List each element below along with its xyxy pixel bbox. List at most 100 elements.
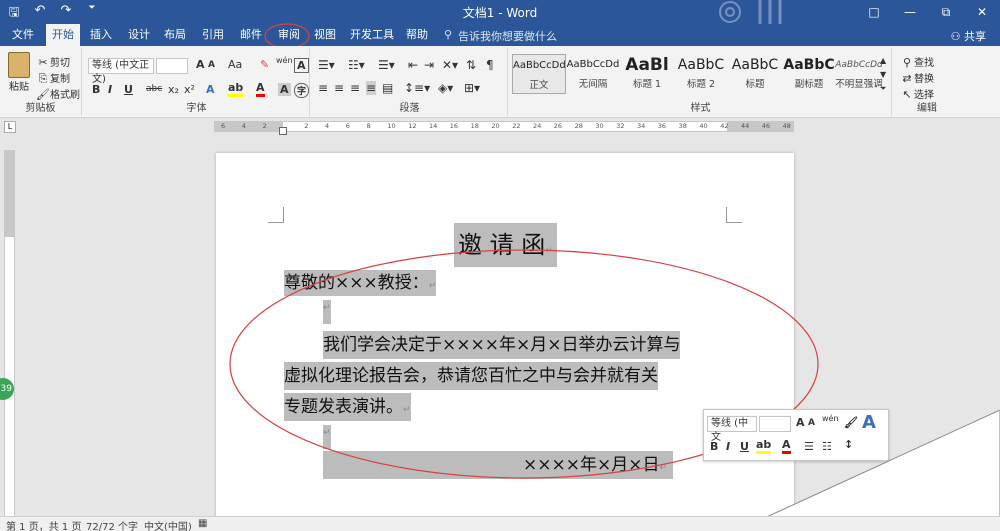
clear-formatting-icon[interactable]: ✎ (260, 58, 269, 71)
highlight-color-icon[interactable]: ab (228, 81, 244, 97)
tab-insert[interactable]: 插入 (84, 24, 118, 46)
language[interactable]: 中文(中国) (144, 518, 192, 531)
macro-record-icon[interactable]: ▦ (198, 518, 207, 529)
show-marks-icon[interactable]: ¶ (486, 58, 494, 72)
vertical-ruler[interactable] (4, 150, 15, 525)
ruler-tick-label: 48 (782, 122, 791, 130)
find-button[interactable]: ⚲ 查找 (900, 54, 934, 70)
tab-file[interactable]: 文件 (6, 24, 40, 46)
paragraph-group: ☰▾ ☷▾ ☰▾ ⇤ ⇥ ✕▾ ⇅ ¶ ≡ ≡ ≡ ≡ ▤ ↕≡▾ ◈▾ ⊞▾ … (312, 48, 508, 116)
horizontal-ruler[interactable]: 6 4 2 2 4 6 8 10 12 14 16 18 20 22 24 26 28 30 32 34 36 38 40 4… (214, 121, 794, 135)
tab-stop-selector[interactable]: L (4, 121, 16, 133)
style-normal[interactable]: AaBbCcDd 正文 (512, 54, 566, 94)
enclose-characters-icon[interactable]: 字 (294, 83, 310, 98)
font-name-combo[interactable]: 等线 (中文正文) (88, 58, 154, 85)
word-count[interactable]: 72/72 个字 (86, 518, 138, 531)
tab-view[interactable]: 视图 (308, 24, 342, 46)
style-name: 不明显强调 (835, 79, 883, 90)
justify-icon[interactable]: ≡ (366, 81, 377, 95)
find-label: 查找 (914, 58, 934, 69)
font-color-icon[interactable]: A (256, 81, 265, 97)
ruler-tick-label: 20 (491, 122, 500, 130)
replace-button[interactable]: ⇄ 替换 (900, 70, 934, 86)
tab-home[interactable]: 开始 (46, 24, 80, 46)
sort-icon[interactable]: ⇅ (466, 58, 476, 72)
borders-icon[interactable]: ⊞▾ (464, 81, 480, 95)
ruler-tick-label: 26 (553, 122, 563, 130)
font-size-combo[interactable] (156, 58, 188, 74)
change-case-button[interactable]: Aa (228, 58, 242, 71)
chinese-layout-icon[interactable]: ✕▾ (442, 58, 458, 72)
style-title[interactable]: AaBbC 标题 (728, 54, 782, 94)
window-controls: □ — ⧉ ✕ (856, 0, 1000, 24)
style-heading-1[interactable]: AaBl 标题 1 (620, 54, 674, 94)
mini-bold-icon[interactable]: B (710, 440, 718, 453)
increase-indent-icon[interactable]: ⇥ (424, 58, 434, 72)
shrink-font-button[interactable]: A (208, 60, 215, 70)
grow-font-button[interactable]: A (196, 58, 205, 71)
phonetic-guide-icon[interactable]: wén (276, 56, 293, 65)
style-heading-2[interactable]: AaBbC 标题 2 (674, 54, 728, 94)
paste-button[interactable]: 粘贴 (6, 52, 32, 93)
tab-layout[interactable]: 布局 (158, 24, 192, 46)
ruler-tick-label: 2 (262, 122, 267, 130)
line-spacing-icon[interactable]: ↕≡▾ (404, 81, 430, 95)
text-effects-icon[interactable]: A (206, 83, 215, 96)
ruler-tick-label: 22 (512, 122, 521, 130)
tell-me-box[interactable]: ⚲ 告诉我你想要做什么 (444, 28, 557, 44)
minimize-button[interactable]: — (892, 0, 928, 24)
share-button[interactable]: ⚇ 共享 (951, 28, 986, 44)
subscript-button[interactable]: x₂ (168, 83, 179, 96)
ruler-tick-label: 40 (699, 122, 708, 130)
close-button[interactable]: ✕ (964, 0, 1000, 24)
ruler-tick-label: 16 (449, 122, 459, 130)
superscript-button[interactable]: x² (184, 83, 195, 96)
ruler-tick-label: 24 (533, 122, 542, 130)
copy-button[interactable]: ⎘ 复制 (36, 70, 70, 86)
ruler-tick-label: 44 (741, 122, 750, 130)
align-center-icon[interactable]: ≡ (334, 81, 344, 95)
clipboard-group-label: 剪贴板 (25, 103, 56, 114)
character-border-icon[interactable]: A (294, 58, 309, 73)
tab-design[interactable]: 设计 (122, 24, 156, 46)
style-no-spacing[interactable]: AaBbCcDd 无间隔 (566, 54, 620, 94)
mini-italic-icon[interactable]: I (726, 440, 730, 453)
style-subtitle[interactable]: AaBbC 副标题 (782, 54, 836, 94)
style-name: 正文 (529, 80, 549, 91)
ruler-tick-label: 10 (387, 122, 396, 130)
underline-button[interactable]: U (124, 83, 133, 96)
numbering-icon[interactable]: ☷▾ (348, 58, 365, 72)
editing-group: ⚲ 查找 ⇄ 替换 ↖ 选择 编辑 (896, 48, 958, 116)
align-left-icon[interactable]: ≡ (318, 81, 328, 95)
distributed-icon[interactable]: ▤ (382, 81, 393, 95)
ruler-tick-label: 42 (720, 122, 729, 130)
mini-underline-icon[interactable]: U (740, 440, 749, 453)
bullets-icon[interactable]: ☰▾ (318, 58, 335, 72)
style-subtle-emphasis[interactable]: AaBbCcDd 不明显强调 (832, 54, 886, 94)
indent-marker[interactable] (279, 127, 287, 135)
cut-button[interactable]: ✂ 剪切 (36, 54, 70, 70)
scissors-icon: ✂ (38, 56, 48, 69)
shading-icon[interactable]: ◈▾ (438, 81, 453, 95)
tab-help[interactable]: 帮助 (400, 24, 434, 46)
ribbon-display-options-button[interactable]: □ (856, 0, 892, 24)
decrease-indent-icon[interactable]: ⇤ (408, 58, 418, 72)
styles-scroll-icon[interactable]: ▲ ▼ ⏷ (880, 54, 886, 96)
tab-developer[interactable]: 开发工具 (344, 24, 400, 46)
bold-button[interactable]: B (92, 83, 100, 96)
lightbulb-search-icon: ⚲ (444, 28, 453, 41)
align-right-icon[interactable]: ≡ (350, 81, 360, 95)
ruler-tick-label: 12 (408, 122, 417, 130)
copy-icon: ⎘ (38, 72, 48, 85)
strikethrough-button[interactable]: abc (146, 84, 162, 94)
styles-group-label: 样式 (690, 103, 711, 114)
character-shading-icon[interactable]: A (278, 83, 291, 96)
mini-font-combo[interactable]: 等线 (中文 (707, 416, 757, 443)
tab-references[interactable]: 引用 (196, 24, 230, 46)
restore-button[interactable]: ⧉ (928, 0, 964, 24)
multilevel-list-icon[interactable]: ☰▾ (378, 58, 395, 72)
italic-button[interactable]: I (108, 83, 112, 96)
page-count[interactable]: 第 1 页，共 1 页 (6, 518, 81, 531)
ruler-tick-label: 46 (761, 122, 771, 130)
style-name: 标题 2 (686, 79, 716, 90)
